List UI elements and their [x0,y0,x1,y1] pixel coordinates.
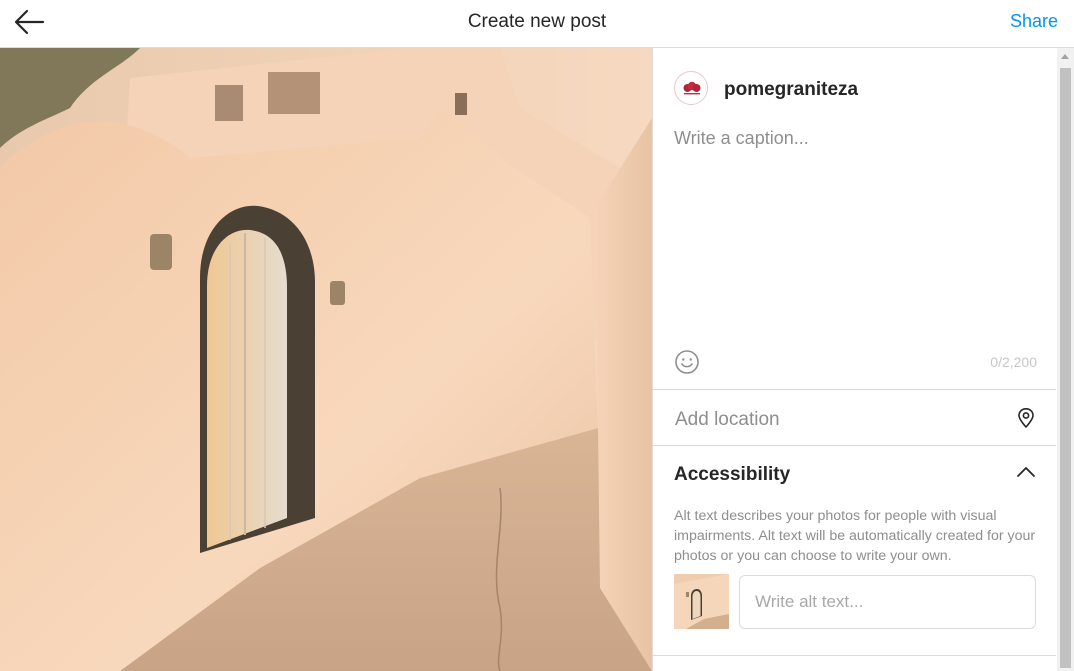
scroll-up-arrow-icon[interactable] [1061,54,1069,59]
emoji-button[interactable] [674,349,700,375]
caption-input[interactable] [674,128,1044,328]
photo-thumbnail [674,574,729,629]
accessibility-toggle[interactable]: Accessibility [653,446,1056,498]
scrollbar-thumb[interactable] [1060,68,1071,668]
location-pin-icon [1018,408,1034,428]
smiley-icon [675,350,699,374]
add-location-label: Add location [675,409,780,430]
accessibility-description: Alt text describes your photos for peopl… [674,508,1036,564]
share-button[interactable]: Share [1010,11,1058,32]
panel-scrollbar[interactable] [1057,48,1074,671]
top-bar: Create new post Share [0,0,1074,48]
page-title: Create new post [467,11,607,32]
username: pomegraniteza [724,79,859,100]
add-location-field[interactable]: Add location [653,390,1056,445]
post-details-panel: pomegraniteza 0/2,200 Add location Acces… [652,48,1057,671]
caption-char-counter: 0/2,200 [990,354,1037,370]
chevron-up-icon [1017,467,1035,477]
divider [653,655,1056,656]
alt-text-input[interactable] [739,575,1036,629]
post-photo [0,48,652,671]
avatar [674,71,708,105]
accessibility-label: Accessibility [674,464,791,485]
pomegranate-logo-icon [676,73,707,104]
